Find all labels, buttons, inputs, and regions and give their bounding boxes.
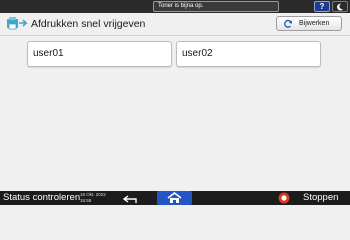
help-button[interactable]: ?	[314, 1, 330, 12]
top-status-bar: Toner is bijna op. ?	[0, 0, 350, 13]
refresh-icon	[284, 19, 292, 28]
stop-icon[interactable]	[278, 192, 290, 204]
quick-release-print-icon	[7, 17, 28, 30]
moon-icon	[337, 3, 344, 11]
sleep-button[interactable]	[332, 1, 348, 12]
user-button-user01[interactable]: user01	[27, 41, 172, 67]
home-button[interactable]	[157, 191, 192, 205]
status-check-button[interactable]: Status controleren	[3, 192, 80, 204]
date-time: 18 Okt. 2022 15:58	[80, 192, 112, 203]
header-divider	[0, 35, 350, 36]
refresh-button[interactable]: Bijwerken	[276, 16, 342, 31]
home-icon	[167, 191, 182, 203]
user-button-user02[interactable]: user02	[176, 41, 321, 67]
page-title: Afdrukken snel vrijgeven	[31, 18, 146, 30]
toner-notice[interactable]: Toner is bijna op.	[153, 1, 279, 12]
refresh-label: Bijwerken	[299, 20, 330, 27]
back-arrow-icon	[122, 195, 137, 203]
bottom-bar: Status controleren 18 Okt. 2022 15:58 St…	[0, 191, 350, 205]
back-button[interactable]	[120, 192, 142, 204]
time-text: 15:58	[80, 197, 92, 203]
stop-button[interactable]: Stoppen	[303, 192, 338, 204]
